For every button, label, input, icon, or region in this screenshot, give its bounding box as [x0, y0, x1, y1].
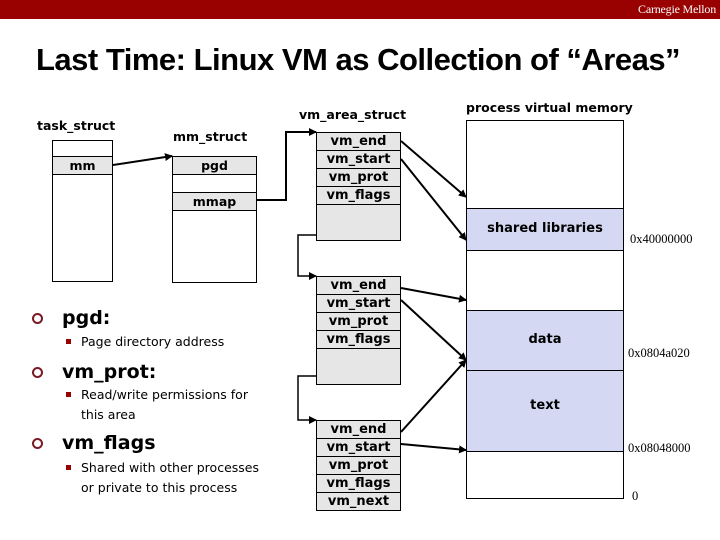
arrow-vma2-to-vma3: [297, 375, 317, 424]
arrow-vma1-start: [400, 158, 467, 241]
arrow-mm-to-mm-struct: [112, 153, 173, 166]
note-vm-prot: vm_prot:: [32, 361, 157, 383]
note-vm-flags: vm_flags: [32, 432, 156, 454]
circle-bullet-icon: [32, 438, 43, 449]
note-term: vm_flags: [62, 432, 156, 454]
square-bullet-icon: [66, 392, 71, 397]
note-term: vm_prot:: [62, 361, 157, 383]
note-pgd-detail: Page directory address: [66, 332, 225, 352]
circle-bullet-icon: [32, 367, 43, 378]
note-detail-line: Shared with other processes: [81, 460, 259, 475]
note-vm-flags-detail: Shared with other processes or private t…: [66, 458, 259, 498]
arrow-vma3-start: [400, 443, 467, 454]
arrow-vma1-to-vma2: [297, 234, 317, 280]
arrow-vma3-end: [400, 359, 467, 433]
note-term: pgd:: [62, 307, 111, 329]
note-vm-prot-detail: Read/write permissions for this area: [66, 385, 248, 425]
arrow-mmap-to-vma1: [257, 128, 317, 201]
note-detail-line: or private to this process: [81, 480, 238, 495]
arrow-vma2-start: [400, 299, 467, 361]
square-bullet-icon: [66, 339, 71, 344]
note-pgd: pgd:: [32, 307, 111, 329]
note-detail-line: Read/write permissions for: [81, 387, 248, 402]
arrow-vma1-end: [400, 140, 467, 198]
note-detail-line: Page directory address: [81, 334, 225, 349]
square-bullet-icon: [66, 465, 71, 470]
circle-bullet-icon: [32, 313, 43, 324]
note-detail-line: this area: [81, 407, 136, 422]
arrow-vma2-end: [400, 287, 467, 303]
